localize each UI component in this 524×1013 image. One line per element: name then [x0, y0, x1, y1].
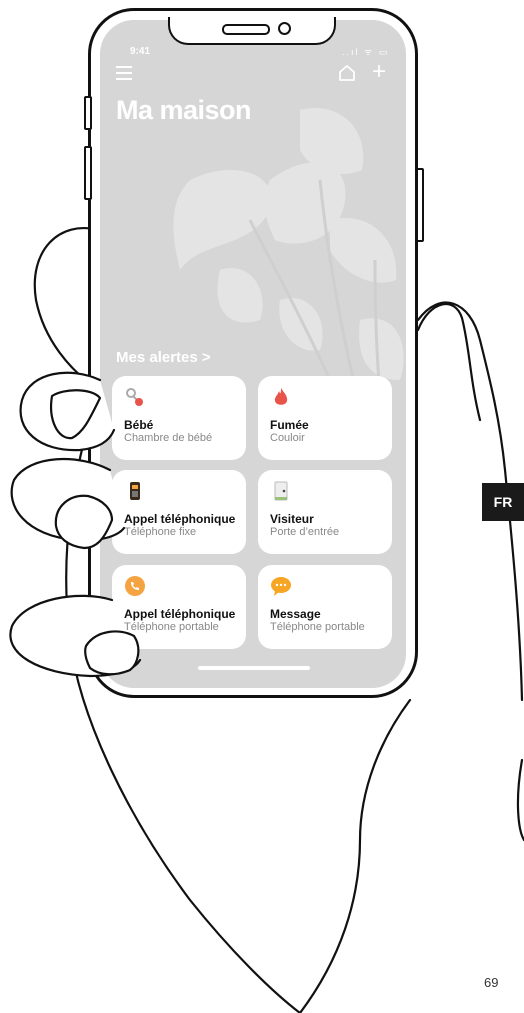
- alert-card-baby[interactable]: Bébé Chambre de bébé: [112, 376, 246, 460]
- alert-card-message[interactable]: Message Téléphone portable: [258, 565, 392, 649]
- language-badge: FR: [482, 483, 524, 521]
- alert-card-mobile-call[interactable]: Appel téléphonique Téléphone portable: [112, 565, 246, 649]
- card-title: Appel téléphonique: [124, 607, 236, 621]
- volume-up-button: [84, 96, 92, 130]
- menu-icon[interactable]: [116, 66, 132, 80]
- card-title: Bébé: [124, 418, 154, 432]
- status-indicators: ..ıl ᯤ ▭: [342, 47, 390, 57]
- card-title: Visiteur: [270, 512, 314, 526]
- side-button: [416, 168, 424, 242]
- front-camera: [278, 22, 291, 35]
- alert-card-visitor[interactable]: Visiteur Porte d’entrée: [258, 470, 392, 554]
- card-subtitle: Porte d’entrée: [270, 526, 340, 538]
- card-subtitle: Chambre de bébé: [124, 432, 213, 444]
- alert-card-smoke[interactable]: Fumée Couloir: [258, 376, 392, 460]
- home-icon[interactable]: [338, 64, 356, 82]
- add-icon[interactable]: +: [372, 60, 386, 84]
- flame-icon: [274, 388, 288, 405]
- card-title: Fumée: [270, 418, 309, 432]
- speaker-grille: [222, 24, 270, 35]
- card-title: Appel téléphonique: [124, 512, 236, 526]
- home-indicator[interactable]: [198, 666, 310, 670]
- phone-notch: [168, 17, 336, 45]
- landline-phone-icon: [130, 482, 140, 500]
- card-subtitle: Téléphone fixe: [124, 526, 197, 538]
- card-subtitle: Téléphone portable: [270, 621, 365, 633]
- card-subtitle: Couloir: [270, 432, 305, 444]
- page-number: 69: [484, 975, 499, 990]
- alerts-link[interactable]: Mes alertes >: [116, 349, 211, 366]
- mobile-call-icon: [125, 576, 145, 596]
- page-title: Ma maison: [116, 95, 252, 125]
- pacifier-icon: [126, 388, 143, 406]
- card-subtitle: Téléphone portable: [124, 621, 219, 633]
- card-title: Message: [270, 607, 321, 621]
- doorbell-icon: [274, 481, 288, 501]
- status-time: 9:41: [130, 46, 151, 57]
- message-bubble-icon: [271, 577, 291, 596]
- alert-card-landline[interactable]: Appel téléphonique Téléphone fixe: [112, 470, 246, 554]
- volume-down-button: [84, 146, 92, 200]
